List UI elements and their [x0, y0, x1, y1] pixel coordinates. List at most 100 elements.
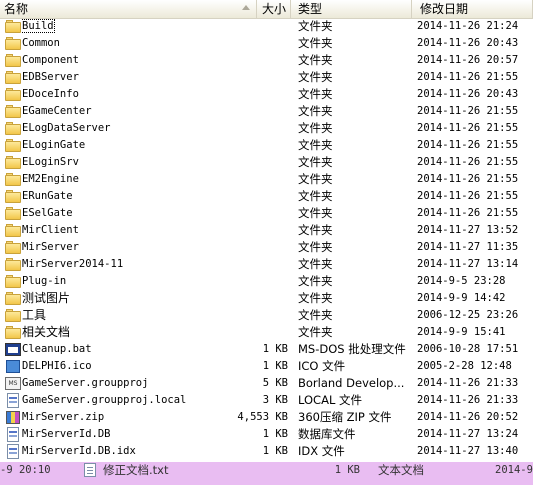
table-row[interactable]: ELoginSrv 文件夹 2014-11-26 21:55: [0, 154, 533, 171]
folder-icon: [5, 70, 21, 85]
file-size: [210, 307, 288, 324]
file-name-text: EGameCenter: [22, 105, 92, 117]
date-column-header[interactable]: 修改日期: [412, 0, 533, 18]
size-column-header[interactable]: 大小: [257, 0, 291, 18]
file-modified-date: 2014-11-26 20:57: [417, 54, 519, 66]
table-row[interactable]: MirServerId.DB 1 KB 数据库文件 2014-11-27 13:24: [0, 426, 533, 443]
file-modified-date: 2006-10-28 17:51: [417, 343, 519, 355]
table-row[interactable]: ESelGate 文件夹 2014-11-26 21:55: [0, 205, 533, 222]
file-name-text: MirServerId.DB: [22, 428, 111, 440]
folder-icon: [5, 19, 21, 34]
file-type: 文件夹: [298, 53, 333, 67]
file-name-text: Plug-in: [22, 275, 67, 287]
file-name-text: Common: [22, 37, 60, 49]
table-row[interactable]: MirServer.zip 4,553 KB 360压缩 ZIP 文件 2014-11…: [0, 409, 533, 426]
file-name-text: ELoginSrv: [22, 156, 79, 168]
type-column-header[interactable]: 类型: [291, 0, 412, 18]
text-file-icon: [84, 463, 96, 477]
table-row[interactable]: EDoceInfo 文件夹 2014-11-26 20:43: [0, 86, 533, 103]
table-row[interactable]: GameServer.groupproj.local 3 KB LOCAL 文件 20…: [0, 392, 533, 409]
file-size: [210, 239, 288, 256]
file-modified-date: 2014-11-26 21:33: [417, 394, 519, 406]
file-modified-date: 2014-11-26 20:43: [417, 37, 519, 49]
file-type: 文件夹: [298, 240, 333, 254]
table-row[interactable]: EGameCenter 文件夹 2014-11-26 21:55: [0, 103, 533, 120]
file-type: 文件夹: [298, 206, 333, 220]
file-name-text: EDoceInfo: [22, 88, 79, 100]
document-icon: [5, 427, 21, 442]
file-size: 1 KB: [262, 428, 288, 440]
batch-file-icon: [5, 342, 21, 357]
table-row[interactable]: Cleanup.bat 1 KB MS-DOS 批处理文件 2006-10-28 17…: [0, 341, 533, 358]
file-type: 文件夹: [298, 36, 333, 50]
file-type: 文件夹: [298, 223, 333, 237]
folder-icon: [5, 138, 21, 153]
file-name-text: ELoginGate: [22, 139, 86, 151]
folder-icon: [5, 223, 21, 238]
table-row[interactable]: EDBServer 文件夹 2014-11-26 21:55: [0, 69, 533, 86]
file-modified-date: 2014-11-27 13:40: [417, 445, 519, 457]
folder-icon: [5, 240, 21, 255]
file-type: 数据库文件: [298, 427, 356, 441]
file-type: 文件夹: [298, 87, 333, 101]
table-row[interactable]: EM2Engine 文件夹 2014-11-26 21:55: [0, 171, 533, 188]
file-size: 1 KB: [262, 343, 288, 355]
table-row[interactable]: MS GameServer.groupproj 5 KB Borland Develo…: [0, 375, 533, 392]
table-row[interactable]: MirServerId.DB.idx 1 KB IDX 文件 2014-11-27 1…: [0, 443, 533, 460]
table-row[interactable]: ELogDataServer 文件夹 2014-11-26 21:55: [0, 120, 533, 137]
file-size: [210, 18, 288, 35]
file-size: [210, 273, 288, 290]
file-modified-date: 2014-11-27 13:52: [417, 224, 519, 236]
file-type: 文件夹: [298, 138, 333, 152]
file-size: [210, 256, 288, 273]
name-column-header[interactable]: 名称: [0, 0, 257, 18]
table-row[interactable]: MirClient 文件夹 2014-11-27 13:52: [0, 222, 533, 239]
file-size: [210, 137, 288, 154]
file-name-text: 相关文档: [22, 325, 71, 339]
type-column-label: 类型: [298, 2, 323, 16]
table-row[interactable]: Plug-in 文件夹 2014-9-5 23:28: [0, 273, 533, 290]
ghost-file-size: 1 KB: [334, 464, 360, 476]
ghost-file-type: 文本文档: [378, 463, 424, 477]
file-size: [210, 188, 288, 205]
file-type: 文件夹: [298, 274, 333, 288]
folder-icon: [5, 274, 21, 289]
table-row[interactable]: DELPHI6.ico 1 KB ICO 文件 2005-2-28 12:48: [0, 358, 533, 375]
table-row[interactable]: MirServer 文件夹 2014-11-27 11:35: [0, 239, 533, 256]
table-row[interactable]: 测试图片 文件夹 2014-9-9 14:42: [0, 290, 533, 307]
table-row[interactable]: ERunGate 文件夹 2014-11-26 21:55: [0, 188, 533, 205]
folder-icon: [5, 325, 21, 340]
file-name-text: MirClient: [22, 224, 79, 236]
file-name-text: 测试图片: [22, 291, 71, 305]
ms-file-icon: MS: [5, 376, 21, 391]
table-row[interactable]: Component 文件夹 2014-11-26 20:57: [0, 52, 533, 69]
zip-file-icon: [5, 410, 21, 425]
sort-ascending-icon: [242, 5, 250, 10]
folder-icon: [5, 291, 21, 306]
file-size: [210, 120, 288, 137]
file-name-text: DELPHI6.ico: [22, 360, 92, 372]
size-column-label: 大小: [261, 2, 286, 16]
table-row[interactable]: ELoginGate 文件夹 2014-11-26 21:55: [0, 137, 533, 154]
table-row[interactable]: Build 文件夹 2014-11-26 21:24: [0, 18, 533, 35]
table-row[interactable]: 工具 文件夹 2006-12-25 23:26: [0, 307, 533, 324]
table-row[interactable]: MirServer2014-11 文件夹 2014-11-27 13:14: [0, 256, 533, 273]
file-type: MS-DOS 批处理文件: [298, 342, 406, 356]
file-type: 文件夹: [298, 19, 333, 33]
table-row[interactable]: 相关文档 文件夹 2014-9-9 15:41: [0, 324, 533, 341]
table-row[interactable]: Common 文件夹 2014-11-26 20:43: [0, 35, 533, 52]
file-name-text: Build: [22, 19, 55, 33]
file-modified-date: 2014-11-26 21:55: [417, 190, 519, 202]
folder-icon: [5, 257, 21, 272]
drag-ghost-row: -9 20:10 修正文档.txt 1 KB 文本文档 2014-9: [0, 462, 533, 485]
folder-icon: [5, 172, 21, 187]
file-name-text: GameServer.groupproj.local: [22, 394, 187, 406]
file-name-text: MirServerId.DB.idx: [22, 445, 136, 457]
column-header-bar: 名称 大小 类型 修改日期: [0, 0, 533, 19]
file-type: 文件夹: [298, 308, 333, 322]
file-type: ICO 文件: [298, 359, 346, 373]
file-size: [210, 154, 288, 171]
file-modified-date: 2014-11-27 13:24: [417, 428, 519, 440]
file-name-text: MirServer.zip: [22, 411, 105, 423]
ghost-date-fragment-right: 2014-9: [495, 464, 533, 476]
